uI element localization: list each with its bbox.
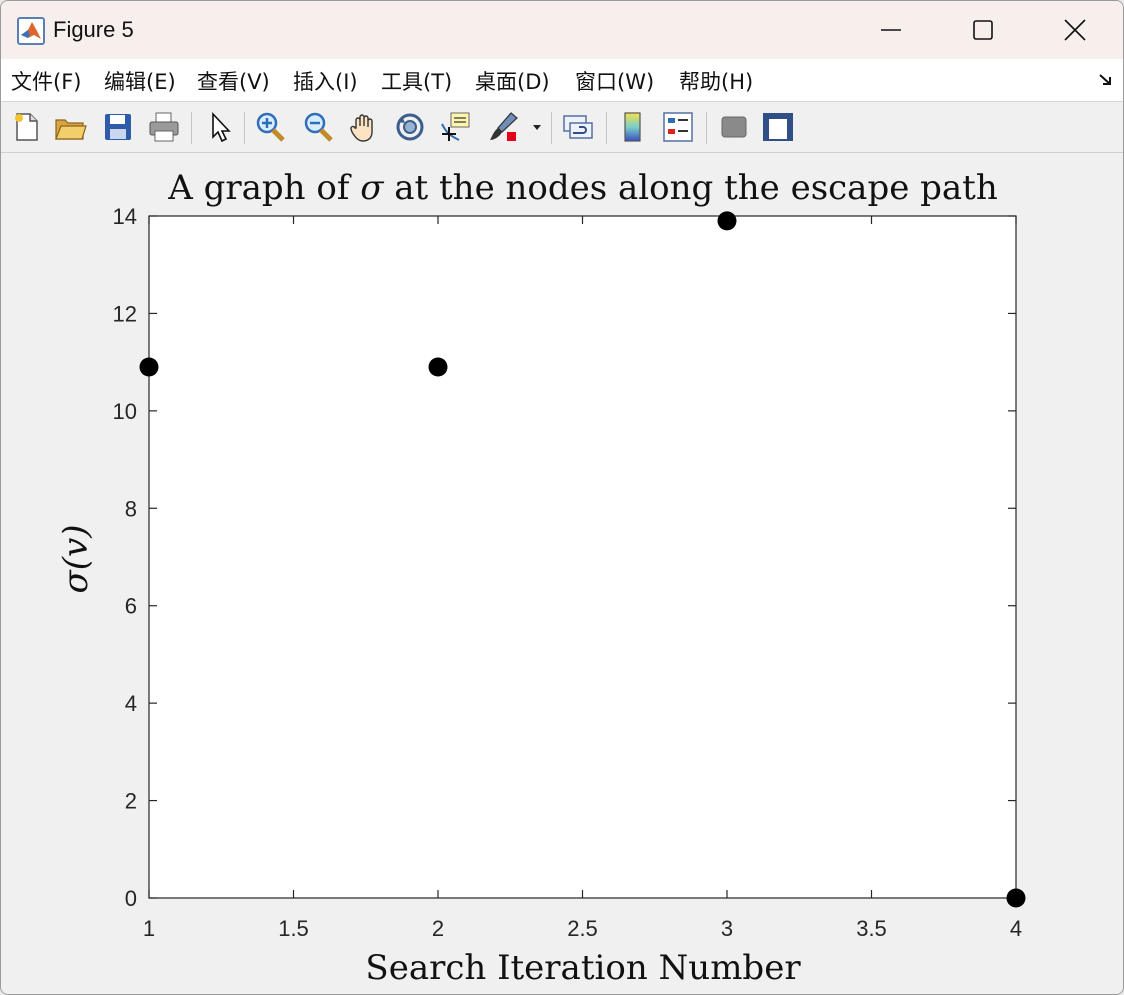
title-symbol: σ — [360, 168, 384, 208]
toolbar-separator — [606, 112, 607, 144]
brush-icon[interactable] — [487, 110, 521, 144]
x-tick-label: 2.5 — [567, 916, 598, 941]
y-tick-label: 0 — [125, 886, 137, 911]
x-tick-label: 2 — [432, 916, 444, 941]
chart-title: A graph of σ at the nodes along the esca… — [167, 168, 998, 208]
menu-help[interactable]: 帮助(H) — [679, 66, 753, 96]
menu-desktop[interactable]: 桌面(D) — [475, 66, 550, 96]
maximize-icon — [973, 20, 993, 40]
toolbar-separator — [244, 112, 245, 144]
rotate-3d-icon[interactable] — [393, 110, 427, 144]
dock-arrow-icon[interactable] — [1097, 71, 1115, 89]
y-tick-label: 4 — [125, 691, 137, 716]
brush-dropdown-icon[interactable] — [527, 110, 547, 144]
figure-toolbar — [1, 102, 1123, 153]
y-axis-label: σ(v) — [56, 525, 96, 594]
title-prefix: A graph of — [167, 168, 360, 208]
y-tick-label: 12 — [113, 301, 137, 326]
menu-tools[interactable]: 工具(T) — [381, 66, 452, 96]
menu-insert[interactable]: 插入(I) — [293, 66, 358, 96]
close-button[interactable] — [1047, 9, 1103, 51]
data-point[interactable] — [717, 211, 737, 231]
y-tick-label: 6 — [125, 594, 137, 619]
open-file-icon[interactable] — [53, 110, 87, 144]
zoom-out-icon[interactable] — [301, 110, 335, 144]
menu-file[interactable]: 文件(F) — [11, 66, 81, 96]
new-figure-icon[interactable] — [9, 110, 43, 144]
x-tick-label: 1 — [143, 916, 155, 941]
legend-icon[interactable] — [661, 110, 695, 144]
menu-view[interactable]: 查看(V) — [197, 66, 270, 96]
window-title: Figure 5 — [53, 17, 134, 42]
close-icon — [1064, 19, 1086, 41]
menu-window[interactable]: 窗口(W) — [575, 66, 654, 96]
figure-window: Figure 5 文件(F) 编辑(E) 查看(V) 插入(I) 工具(T) 桌… — [0, 0, 1124, 995]
y-tick-label: 8 — [125, 496, 137, 521]
data-cursor-icon[interactable] — [439, 110, 473, 144]
x-tick-label: 3.5 — [856, 916, 887, 941]
pan-icon[interactable] — [347, 110, 381, 144]
toolbar-separator — [706, 112, 707, 144]
link-plot-icon[interactable] — [561, 110, 595, 144]
zoom-in-icon[interactable] — [253, 110, 287, 144]
minimize-icon — [881, 29, 901, 31]
scatter-chart: 1 1.5 2 2.5 3 3.5 4 0 2 4 6 8 10 12 14 A graph of σ at… — [56, 168, 1026, 988]
pointer-icon[interactable] — [203, 110, 237, 144]
menu-bar: 文件(F) 编辑(E) 查看(V) 插入(I) 工具(T) 桌面(D) 窗口(W… — [1, 59, 1123, 102]
hide-plot-tools-icon[interactable] — [717, 110, 751, 144]
minimize-button[interactable] — [863, 9, 919, 51]
x-tick-label: 4 — [1010, 916, 1022, 941]
axes-box[interactable] — [148, 215, 1017, 899]
toolbar-separator — [551, 112, 552, 144]
maximize-button[interactable] — [955, 9, 1011, 51]
save-icon[interactable] — [101, 110, 135, 144]
y-tick-label: 14 — [113, 204, 137, 229]
show-plot-tools-icon[interactable] — [761, 110, 795, 144]
y-tick-label: 2 — [125, 789, 137, 814]
data-point[interactable] — [139, 357, 159, 377]
print-icon[interactable] — [147, 110, 181, 144]
data-point[interactable] — [1006, 888, 1026, 908]
title-suffix: at the nodes along the escape path — [383, 168, 997, 208]
x-tick-label: 1.5 — [278, 916, 309, 941]
x-tick-label: 3 — [721, 916, 733, 941]
y-tick-label: 10 — [113, 399, 137, 424]
menu-edit[interactable]: 编辑(E) — [104, 66, 176, 96]
figure-canvas: 1 1.5 2 2.5 3 3.5 4 0 2 4 6 8 10 12 14 A graph of σ at… — [1, 153, 1123, 994]
title-bar[interactable]: Figure 5 — [1, 1, 1123, 59]
matlab-app-icon — [17, 17, 45, 45]
data-point[interactable] — [428, 357, 448, 377]
x-axis-label: Search Iteration Number — [365, 948, 801, 988]
toolbar-separator — [191, 112, 192, 144]
colorbar-icon[interactable] — [616, 110, 650, 144]
